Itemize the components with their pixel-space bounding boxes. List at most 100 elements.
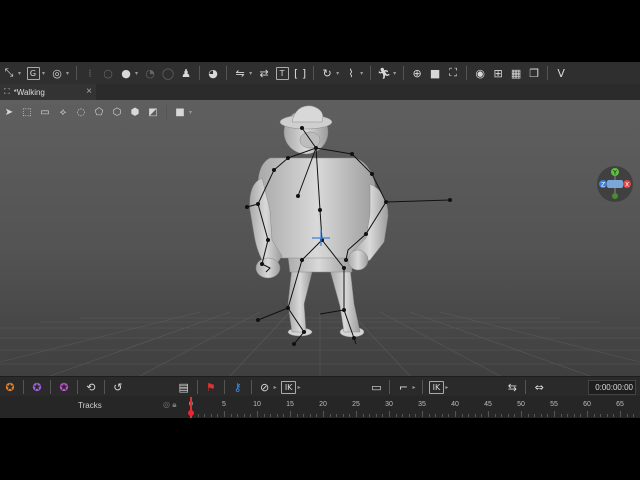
3d-viewport[interactable]: ➤ ⬚ ▭ ⟡ ◌ ⬠ ⬡ ⬢ ◩ ■ ▾ Y Z X xyxy=(0,100,640,376)
text-icon[interactable]: T xyxy=(274,65,290,81)
timeline-tick xyxy=(263,414,265,417)
group-icon[interactable]: G xyxy=(25,65,41,81)
timeline-tick-label: 40 xyxy=(451,401,459,408)
timeline-tick xyxy=(230,414,232,417)
timeline-tick xyxy=(488,411,489,417)
camera-icon[interactable]: ■ xyxy=(172,104,188,120)
timeline-tick xyxy=(455,411,456,417)
animation-toolbar: ✪ ✪ ✪ ⟲ ↺ ▤ ⚑ ⚷ ⊘▸ IK▸ ▭ ⌐▸ IK▸ ⇆ ⇔ ✎ ⚲ … xyxy=(0,376,640,397)
timeline-tick xyxy=(369,414,371,417)
timeline-tick-label: 55 xyxy=(550,401,558,408)
timeline-tick xyxy=(270,414,272,417)
frame-icon[interactable]: ⁞ xyxy=(82,65,98,81)
sphere-icon[interactable]: ◔ xyxy=(142,65,158,81)
orange-rig-icon[interactable]: ✪ xyxy=(2,379,18,395)
bone-chain-icon[interactable]: ⇋ xyxy=(232,65,248,81)
toolbar-divider xyxy=(49,380,51,394)
tab-walking[interactable]: ⛶ *Walking × xyxy=(0,84,96,100)
character-icon[interactable]: ♟ xyxy=(178,65,194,81)
refresh-icon[interactable]: ↺ xyxy=(110,379,126,395)
no-icon[interactable]: ⊘ xyxy=(257,379,273,395)
frame-view-icon[interactable]: ⛶ xyxy=(445,65,461,81)
brackets-icon[interactable]: [ ] xyxy=(292,65,308,81)
step-icon[interactable]: ⌐ xyxy=(395,379,411,395)
select-arrow-icon[interactable]: ➤ xyxy=(1,104,17,120)
spiral-icon[interactable]: ◉ xyxy=(472,65,488,81)
timeline-tick xyxy=(402,414,404,417)
key-icon[interactable]: ⚷ xyxy=(230,379,246,395)
path-icon[interactable]: ⌇ xyxy=(343,65,359,81)
top-letterbox xyxy=(0,0,640,62)
toolbar-divider xyxy=(76,380,78,394)
retarget-icon[interactable]: ⇄ xyxy=(256,65,272,81)
timeline-tick xyxy=(237,414,239,417)
purple-rig-icon[interactable]: ✪ xyxy=(29,379,45,395)
timeline-tick xyxy=(408,414,410,417)
timeline-tick xyxy=(560,414,562,417)
time-display[interactable]: 0:00:00:00 xyxy=(588,380,636,395)
timeline-tick-label: 5 xyxy=(222,401,226,408)
layout-icon[interactable]: ⊞ xyxy=(490,65,506,81)
timeline-tick xyxy=(613,414,615,417)
timeline-tick xyxy=(224,411,225,417)
sync-icon[interactable]: ⇆ xyxy=(504,379,520,395)
orientation-gizmo[interactable]: Y Z X xyxy=(597,166,633,202)
violet-rig-icon[interactable]: ✪ xyxy=(56,379,72,395)
lasso-select-icon[interactable]: ◎ xyxy=(49,65,65,81)
run-icon[interactable]: 🏃︎ xyxy=(376,65,392,81)
film-icon[interactable]: ▤ xyxy=(176,379,192,395)
polygon-icon[interactable]: ⬠ xyxy=(91,104,107,120)
bone-select-icon[interactable]: ⟡ xyxy=(55,104,71,120)
screen-icon[interactable]: ▭ xyxy=(369,379,385,395)
visibility-icon[interactable]: ◎ 🔒︎ xyxy=(163,400,176,410)
checker-icon[interactable]: ▦ xyxy=(508,65,524,81)
timeline-tick xyxy=(309,414,311,417)
main-toolbar: ⤡ ▾ G ▾ ◎ ▾ ⁞ ○ ● ▾ ◔ ◯ ♟ ◕ ⇋ ▾ ⇄ T [ ] ↻ ▾ ⌇ ▾… xyxy=(0,62,640,85)
ik-button-1[interactable]: IK xyxy=(281,379,297,395)
timeline-tick xyxy=(356,411,357,417)
logo-icon[interactable]: V xyxy=(553,65,569,81)
viewport-toolbar: ➤ ⬚ ▭ ⟡ ◌ ⬠ ⬡ ⬢ ◩ ■ ▾ xyxy=(0,104,195,120)
stack-icon[interactable]: ❐ xyxy=(526,65,542,81)
loop-icon[interactable]: ⟲ xyxy=(83,379,99,395)
shading-icon[interactable]: ◩ xyxy=(145,104,161,120)
timeline-tick xyxy=(534,414,536,417)
lasso-icon[interactable]: ◌ xyxy=(73,104,89,120)
rect-select-icon[interactable]: ▭ xyxy=(37,104,53,120)
timeline-tick xyxy=(494,414,496,417)
timeline-tick xyxy=(422,411,423,417)
swap-icon[interactable]: ⇔ xyxy=(531,379,547,395)
dot-icon[interactable]: ● xyxy=(118,65,134,81)
timeline-ruler[interactable]: 05101520253035404550556065 xyxy=(186,396,640,418)
playhead-handle[interactable] xyxy=(188,410,194,416)
toolbar-divider xyxy=(370,66,372,80)
target-icon[interactable]: ⊕ xyxy=(409,65,425,81)
tab-title: *Walking xyxy=(13,87,45,97)
timeline-tick xyxy=(448,414,450,417)
close-icon[interactable]: × xyxy=(86,86,92,97)
timeline-tick xyxy=(573,414,575,417)
cube-solid-icon[interactable]: ⬢ xyxy=(127,104,143,120)
timeline-tick xyxy=(521,411,522,417)
paint-icon[interactable]: ◕ xyxy=(205,65,221,81)
timeline-tick xyxy=(210,414,212,417)
floor-grid xyxy=(0,311,640,376)
box-select-icon[interactable]: ⬚ xyxy=(19,104,35,120)
timeline-tick xyxy=(316,414,318,417)
dot-icon[interactable]: ○ xyxy=(100,65,116,81)
move-tool-icon[interactable]: ⤡ xyxy=(1,65,17,81)
timeline-tick xyxy=(303,414,305,417)
ik-button-2[interactable]: IK xyxy=(428,379,444,395)
flag-icon[interactable]: ⚑ xyxy=(203,379,219,395)
camera-icon[interactable]: ■ xyxy=(427,65,443,81)
sphere-icon[interactable]: ◯ xyxy=(160,65,176,81)
cube-icon[interactable]: ⬡ xyxy=(109,104,125,120)
rotate-icon[interactable]: ↻ xyxy=(319,65,335,81)
timeline-tick xyxy=(389,411,390,417)
gizmo-axes: Y Z X xyxy=(599,168,631,199)
timeline-tick xyxy=(501,414,503,417)
toolbar-divider xyxy=(166,105,167,119)
timeline-tick xyxy=(276,414,278,417)
toolbar-divider xyxy=(422,380,424,394)
timeline-tick xyxy=(468,414,470,417)
